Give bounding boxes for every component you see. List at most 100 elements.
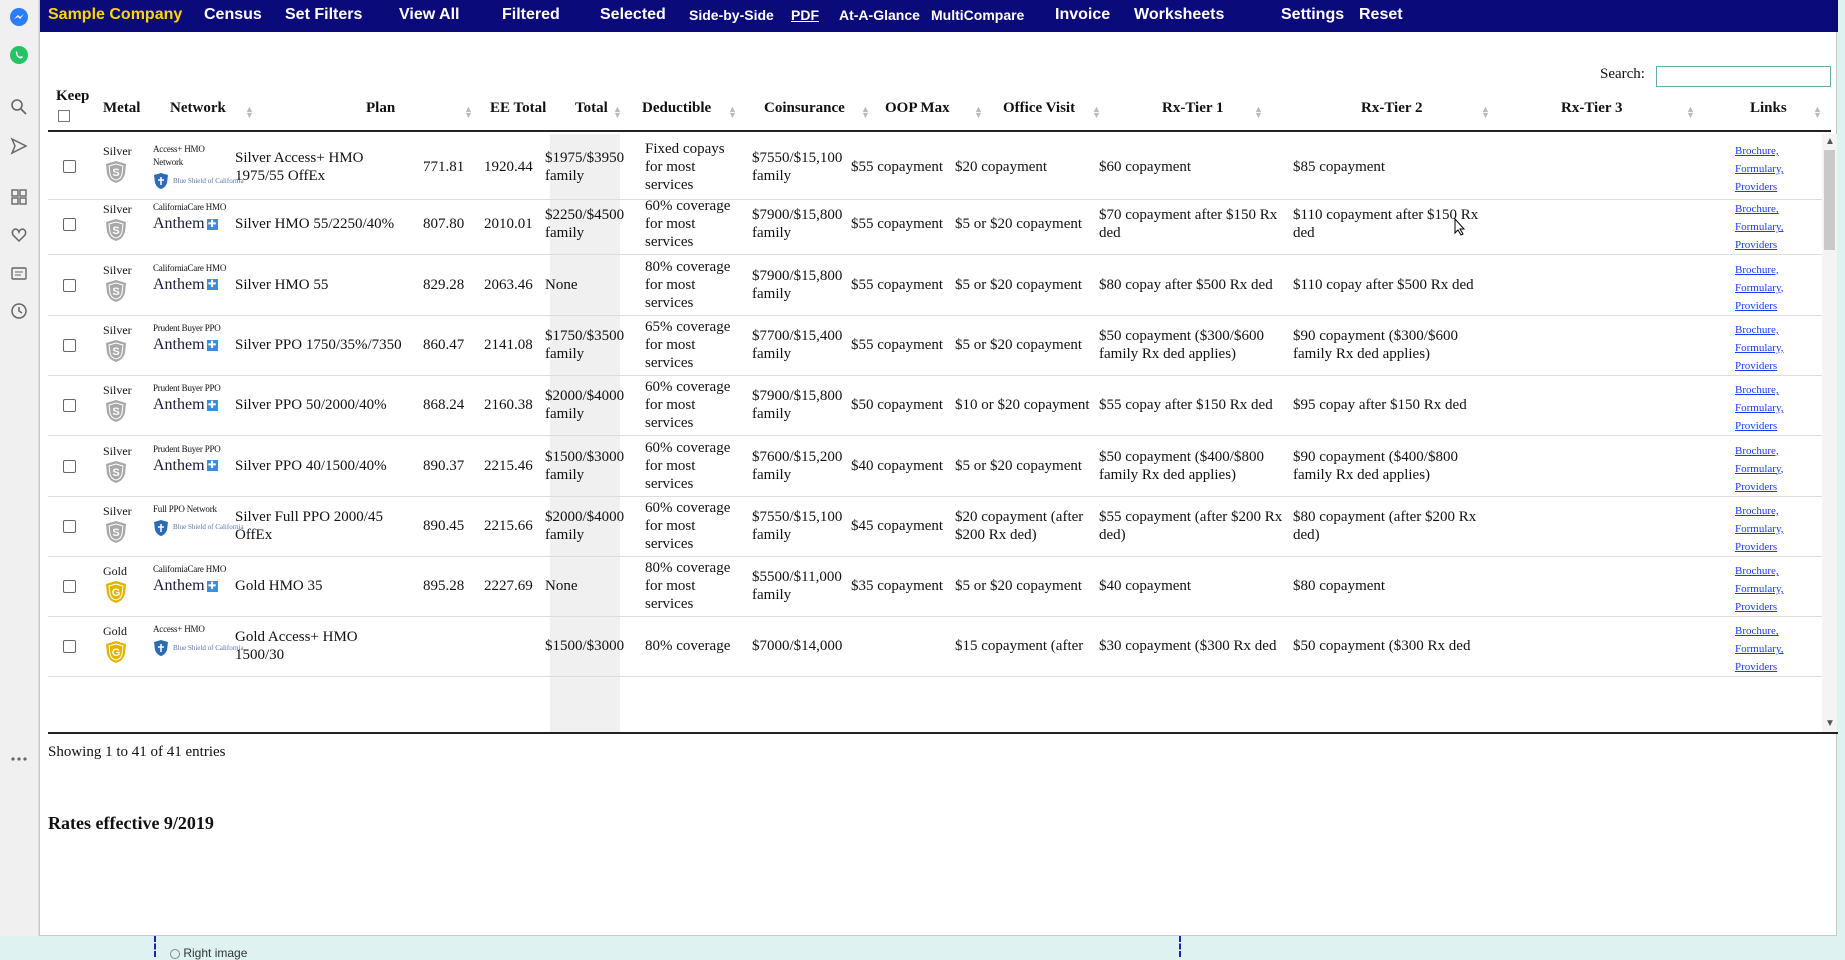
radio-icon[interactable] — [170, 948, 180, 959]
messenger-icon[interactable] — [8, 6, 30, 28]
brochure-link[interactable]: Brochure, — [1735, 381, 1783, 399]
sort-icon[interactable]: ▲ ▼ — [245, 105, 254, 120]
nav-view-all[interactable]: View All — [399, 6, 459, 24]
col-header-rx-tier-1[interactable]: Rx-Tier 1 — [1162, 100, 1224, 117]
sort-icon[interactable]: ▲ ▼ — [1254, 105, 1263, 120]
cell-rx1: $20 copayment — [955, 158, 1048, 175]
nav-worksheets[interactable]: Worksheets — [1134, 6, 1224, 24]
table-scrollbar[interactable]: ▲ ▼ — [1822, 134, 1837, 732]
table-row[interactable]: Silver S Prudent Buyer PPO Anthem ✚ Silver PP… — [48, 375, 1822, 437]
col-header-coinsurance[interactable]: Coinsurance — [764, 100, 845, 117]
brochure-link[interactable]: Brochure, — [1735, 502, 1783, 520]
nav-pdf[interactable]: PDF — [791, 7, 819, 23]
formulary-link[interactable]: Formulary, — [1735, 218, 1783, 236]
table-row[interactable]: Silver S CaliforniaCare HMO Anthem ✚ Silver H… — [48, 255, 1822, 316]
sort-icon[interactable]: ▲ ▼ — [1092, 105, 1101, 120]
keep-checkbox[interactable] — [63, 160, 76, 173]
nav-settings[interactable]: Settings — [1281, 6, 1344, 24]
nav-invoice[interactable]: Invoice — [1055, 6, 1110, 24]
providers-link[interactable]: Providers — [1735, 538, 1783, 556]
nav-set-filters[interactable]: Set Filters — [285, 6, 362, 24]
scroll-up-icon[interactable]: ▲ — [1825, 136, 1835, 147]
providers-link[interactable]: Providers — [1735, 178, 1783, 196]
keep-checkbox[interactable] — [63, 338, 76, 352]
col-header-ee-total[interactable]: EE Total — [490, 100, 546, 117]
col-header-rx-tier-2[interactable]: Rx-Tier 2 — [1361, 100, 1423, 117]
nav-side-by-side[interactable]: Side-by-Side — [689, 7, 774, 23]
keep-checkbox[interactable] — [63, 218, 76, 232]
sort-icon[interactable]: ▲ ▼ — [861, 105, 870, 120]
send-icon[interactable] — [8, 135, 30, 157]
brochure-link[interactable]: Brochure, — [1735, 442, 1783, 460]
scroll-down-icon[interactable]: ▼ — [1825, 718, 1835, 729]
nav-filtered[interactable]: Filtered — [502, 6, 560, 24]
search-input[interactable] — [1656, 66, 1831, 87]
col-header-office-visit[interactable]: Office Visit — [1003, 100, 1075, 117]
sort-icon[interactable]: ▲ ▼ — [613, 105, 622, 120]
wallet-icon[interactable] — [8, 262, 30, 284]
formulary-link[interactable]: Formulary, — [1735, 460, 1783, 478]
providers-link[interactable]: Providers — [1735, 236, 1783, 254]
col-header-deductible[interactable]: Deductible — [642, 100, 711, 117]
brochure-link[interactable]: Brochure, — [1735, 562, 1783, 580]
nav-selected[interactable]: Selected — [600, 6, 666, 24]
nav-sample-company[interactable]: Sample Company — [48, 6, 182, 24]
keep-checkbox[interactable] — [63, 278, 76, 292]
brochure-link[interactable]: Brochure, — [1735, 622, 1783, 640]
formulary-link[interactable]: Formulary, — [1735, 520, 1783, 538]
keep-checkbox[interactable] — [63, 640, 76, 654]
formulary-link[interactable]: Formulary, — [1735, 399, 1783, 417]
providers-link[interactable]: Providers — [1735, 297, 1783, 315]
col-header-plan[interactable]: Plan — [366, 100, 395, 117]
formulary-link[interactable]: Formulary, — [1735, 279, 1783, 297]
table-row[interactable]: Gold G Access+ HMO Blue Shield of Californi… — [48, 616, 1822, 678]
whatsapp-icon[interactable] — [8, 44, 30, 66]
keep-checkbox[interactable] — [63, 399, 76, 413]
table-row[interactable]: Silver S CaliforniaCare HMO Anthem ✚ Silver H… — [48, 194, 1822, 256]
col-header-links[interactable]: Links — [1750, 100, 1787, 117]
providers-link[interactable]: Providers — [1735, 478, 1783, 496]
providers-link[interactable]: Providers — [1735, 658, 1783, 676]
brochure-link[interactable]: Brochure, — [1735, 142, 1783, 160]
sort-icon[interactable]: ▲ ▼ — [1813, 105, 1822, 120]
formulary-link[interactable]: Formulary, — [1735, 160, 1783, 178]
formulary-link[interactable]: Formulary, — [1735, 580, 1783, 598]
heart-icon[interactable] — [8, 224, 30, 246]
keep-checkbox[interactable] — [63, 519, 76, 533]
sort-icon[interactable]: ▲ ▼ — [1481, 105, 1490, 120]
col-header-metal[interactable]: Metal — [103, 100, 140, 117]
formulary-link[interactable]: Formulary, — [1735, 339, 1783, 357]
nav-reset[interactable]: Reset — [1359, 6, 1403, 24]
sort-icon[interactable]: ▲ ▼ — [728, 105, 737, 120]
col-header-total[interactable]: Total — [575, 100, 608, 117]
sort-icon[interactable]: ▲ ▼ — [974, 105, 983, 120]
table-row[interactable]: Gold G CaliforniaCare HMO Anthem ✚ Gold HMO 3… — [48, 556, 1822, 618]
brochure-link[interactable]: Brochure, — [1735, 261, 1783, 279]
table-row[interactable]: Silver S Prudent Buyer PPO Anthem ✚ Silver PP… — [48, 315, 1822, 376]
more-icon[interactable] — [8, 748, 30, 770]
history-icon[interactable] — [8, 300, 30, 322]
keep-checkbox[interactable] — [63, 459, 76, 473]
col-header-rx-tier-3[interactable]: Rx-Tier 3 — [1561, 100, 1623, 117]
keep-checkbox[interactable] — [63, 580, 76, 594]
providers-link[interactable]: Providers — [1735, 357, 1783, 375]
keep-all-checkbox[interactable] — [58, 110, 70, 122]
table-row[interactable]: Silver S Full PPO Network Blue Shield of Ca… — [48, 496, 1822, 557]
nav-multicompare[interactable]: MultiCompare — [931, 7, 1024, 23]
sort-icon[interactable]: ▲ ▼ — [464, 105, 473, 120]
nav-at-a-glance[interactable]: At-A-Glance — [839, 7, 920, 23]
col-header-network[interactable]: Network — [170, 100, 226, 117]
col-header-oop-max[interactable]: OOP Max — [885, 100, 950, 117]
brochure-link[interactable]: Brochure, — [1735, 321, 1783, 339]
sort-icon[interactable]: ▲ ▼ — [1686, 105, 1695, 120]
formulary-link[interactable]: Formulary, — [1735, 640, 1783, 658]
apps-icon[interactable] — [8, 186, 30, 208]
search-icon[interactable] — [8, 96, 30, 118]
brochure-link[interactable]: Brochure, — [1735, 200, 1783, 218]
nav-census[interactable]: Census — [204, 6, 262, 24]
providers-link[interactable]: Providers — [1735, 417, 1783, 435]
table-row[interactable]: Silver S Prudent Buyer PPO Anthem ✚ Silver PP… — [48, 436, 1822, 497]
scrollbar-thumb[interactable] — [1824, 150, 1835, 250]
table-row[interactable]: Silver S Access+ HMO Network Blue Shield of … — [48, 134, 1822, 200]
providers-link[interactable]: Providers — [1735, 598, 1783, 616]
